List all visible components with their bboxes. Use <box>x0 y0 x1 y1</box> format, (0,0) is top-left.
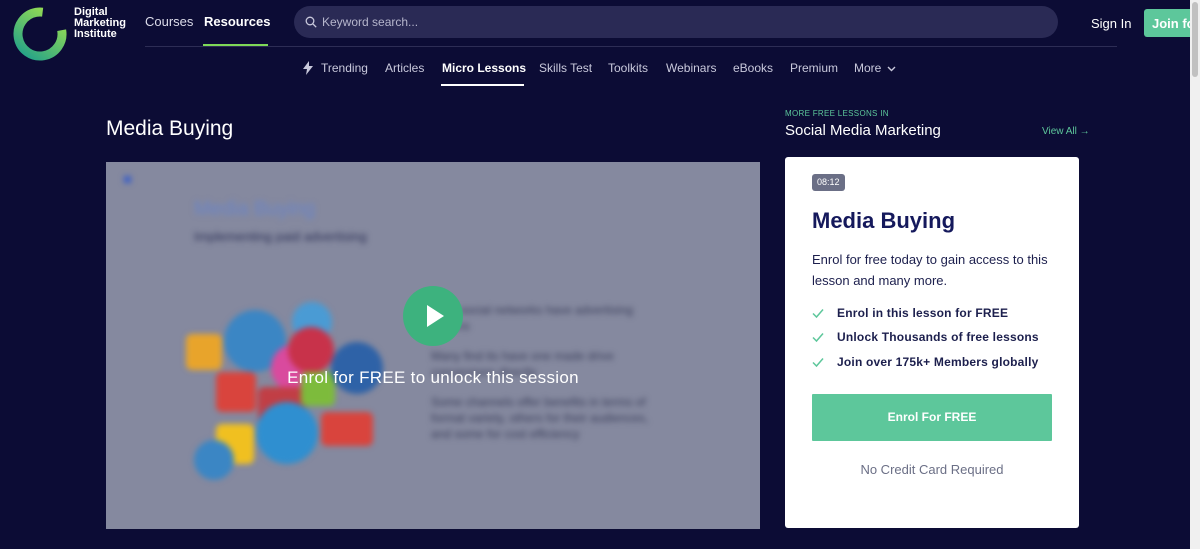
logo-line-3: Institute <box>74 28 117 40</box>
subnav-toolkits[interactable]: Toolkits <box>608 61 648 77</box>
slide-title: Media Buying <box>194 198 316 220</box>
video-player[interactable]: Media Buying Implementing paid advertisi… <box>106 162 760 529</box>
subnav-premium[interactable]: Premium <box>790 61 838 77</box>
no-credit-card-note: No Credit Card Required <box>860 462 1004 477</box>
subnav-articles[interactable]: Articles <box>385 61 424 77</box>
social-icon <box>256 402 318 464</box>
social-icon <box>194 440 234 480</box>
benefit-text: Join over 175k+ Members globally <box>837 355 1039 369</box>
nav-resources[interactable]: Resources <box>204 14 270 32</box>
search-icon <box>305 16 317 28</box>
view-all-link[interactable]: View All → <box>1042 126 1090 137</box>
logo-text[interactable]: Digital Marketing Institute <box>74 7 134 40</box>
more-lessons-category: Social Media Marketing <box>785 122 941 139</box>
play-button[interactable] <box>403 286 463 346</box>
lesson-card: 08:12 Media Buying Enrol for free today … <box>785 157 1079 528</box>
benefit-text: Enrol in this lesson for FREE <box>837 306 1009 320</box>
chevron-down-icon <box>887 66 896 72</box>
header-divider <box>145 46 1117 47</box>
subnav-more-label: More <box>854 61 882 75</box>
duration-badge: 08:12 <box>812 174 845 191</box>
subnav-webinars[interactable]: Webinars <box>666 61 716 77</box>
slide-subtitle: Implementing paid advertising <box>194 229 367 244</box>
bolt-icon <box>303 61 313 75</box>
check-icon <box>812 358 824 368</box>
social-icon <box>186 334 222 370</box>
sign-in-link[interactable]: Sign In <box>1091 16 1131 31</box>
more-lessons-label: MORE FREE LESSONS IN <box>785 109 889 118</box>
check-icon <box>812 309 824 319</box>
video-overlay-text: Enrol for FREE to unlock this session <box>287 368 579 387</box>
subnav-trending[interactable]: Trending <box>321 61 368 77</box>
subnav-micro-lessons[interactable]: Micro Lessons <box>442 61 526 77</box>
search-input[interactable] <box>322 6 1022 38</box>
social-icon <box>321 412 373 446</box>
subnav-active-indicator <box>441 84 524 86</box>
subnav-skills-test[interactable]: Skills Test <box>539 61 592 77</box>
slide-marker <box>124 176 131 183</box>
play-icon <box>427 305 444 327</box>
scrollbar-thumb[interactable] <box>1192 2 1198 77</box>
scrollbar-track[interactable] <box>1190 0 1200 549</box>
dmi-logo-icon[interactable] <box>12 6 68 62</box>
card-description: Enrol for free today to gain access to t… <box>812 252 1048 288</box>
subnav-ebooks[interactable]: eBooks <box>733 61 773 77</box>
subnav-more[interactable]: More <box>854 61 896 77</box>
nav-courses[interactable]: Courses <box>145 14 193 32</box>
check-icon <box>812 333 824 343</box>
enrol-button[interactable]: Enrol For FREE <box>812 394 1052 441</box>
social-icon <box>288 327 334 373</box>
search-bar[interactable] <box>294 6 1058 38</box>
benefit-text: Unlock Thousands of free lessons <box>837 330 1039 344</box>
card-title: Media Buying <box>812 208 956 233</box>
page-title: Media Buying <box>106 117 234 140</box>
